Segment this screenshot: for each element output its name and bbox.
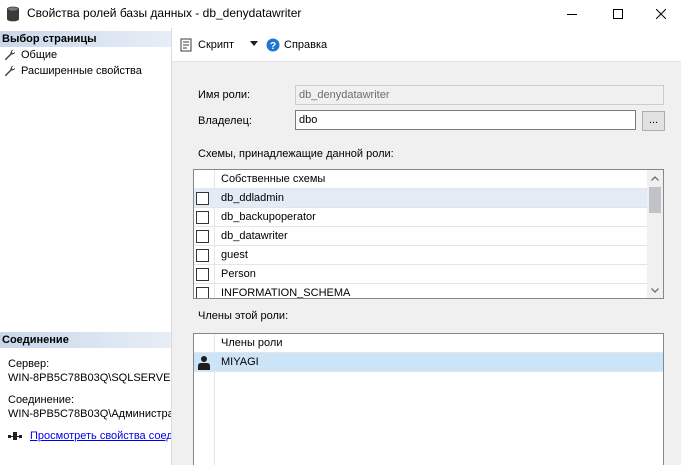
role-name-field: db_denydatawriter <box>295 85 664 105</box>
help-icon: ? <box>266 38 280 52</box>
left-panel: Выбор страницы Общие Расширенные свойств… <box>0 28 172 465</box>
svg-text:?: ? <box>270 41 276 52</box>
scroll-down-button[interactable] <box>647 282 663 298</box>
script-icon <box>180 38 192 52</box>
connection-label: Соединение: <box>8 394 75 406</box>
wrench-icon <box>4 49 16 61</box>
table-row[interactable]: MIYAGI <box>194 353 663 372</box>
minimize-button[interactable] <box>549 0 595 28</box>
nav-item-extended-properties[interactable]: Расширенные свойства <box>0 63 171 79</box>
table-row[interactable]: guest <box>194 246 647 265</box>
schema-checkbox[interactable] <box>196 249 209 262</box>
wrench-icon <box>4 65 16 77</box>
right-panel: Скрипт ? Справка Имя роли: db_denydatawr… <box>172 28 681 465</box>
maximize-button[interactable] <box>595 0 641 28</box>
members-column-header: Члены роли <box>221 337 283 349</box>
schemas-grid-header: Собственные схемы <box>194 170 647 189</box>
members-label: Члены этой роли: <box>198 310 289 322</box>
window-title: Свойства ролей базы данных - db_denydata… <box>27 6 302 20</box>
script-dropdown-button[interactable] <box>250 41 258 46</box>
maximize-icon <box>613 9 623 19</box>
schema-name: db_backupoperator <box>221 211 316 223</box>
schema-name: db_ddladmin <box>221 192 284 204</box>
server-value: WIN-8PB5C78B03Q\SQLSERVER <box>8 372 172 384</box>
table-row[interactable]: db_ddladmin <box>194 189 647 208</box>
members-grid: Члены роли MIYAGI <box>193 333 664 465</box>
toolbar: Скрипт ? Справка <box>172 28 681 62</box>
connection-header: Соединение <box>0 332 171 348</box>
role-name-label: Имя роли: <box>198 89 251 101</box>
nav-item-label: Общие <box>21 49 58 61</box>
schema-checkbox[interactable] <box>196 211 209 224</box>
schema-name: db_datawriter <box>221 230 288 242</box>
schema-checkbox[interactable] <box>196 287 209 298</box>
chevron-up-icon <box>651 175 659 181</box>
database-icon <box>7 6 19 22</box>
minimize-icon <box>567 14 577 15</box>
schemas-label: Схемы, принадлежащие данной роли: <box>198 148 394 160</box>
member-name: MIYAGI <box>221 356 259 368</box>
table-row[interactable]: Person <box>194 265 647 284</box>
close-button[interactable] <box>641 0 681 28</box>
schema-name: guest <box>221 249 248 261</box>
owner-browse-button[interactable]: ... <box>642 111 665 131</box>
schemas-scrollbar[interactable] <box>647 170 663 298</box>
table-row[interactable]: db_backupoperator <box>194 208 647 227</box>
schemas-column-header: Собственные схемы <box>221 173 326 185</box>
help-label: Справка <box>284 39 328 51</box>
scrollbar-thumb[interactable] <box>649 187 661 213</box>
view-connection-properties[interactable]: Просмотреть свойства соед <box>8 430 171 442</box>
dropdown-arrow-icon <box>250 41 258 46</box>
help-button[interactable]: ? Справка <box>266 38 327 52</box>
script-button[interactable]: Скрипт <box>180 38 234 52</box>
view-connection-properties-link[interactable]: Просмотреть свойства соед <box>30 430 171 442</box>
schema-name: INFORMATION_SCHEMA <box>221 287 351 299</box>
close-icon <box>656 9 666 19</box>
server-label: Сервер: <box>8 358 50 370</box>
script-label: Скрипт <box>198 39 235 51</box>
connection-value: WIN-8PB5C78B03Q\Администрат <box>8 408 172 420</box>
owner-label: Владелец: <box>198 115 252 127</box>
user-icon <box>198 356 210 370</box>
schema-checkbox[interactable] <box>196 268 209 281</box>
nav-item-label: Расширенные свойства <box>21 65 142 77</box>
schema-checkbox[interactable] <box>196 192 209 205</box>
table-row[interactable]: INFORMATION_SCHEMA <box>194 284 647 299</box>
schemas-grid: Собственные схемы db_ddladmin db_backupo… <box>193 169 664 299</box>
nav-item-general[interactable]: Общие <box>0 47 171 63</box>
schema-name: Person <box>221 268 256 280</box>
title-bar: Свойства ролей базы данных - db_denydata… <box>0 0 681 28</box>
schema-checkbox[interactable] <box>196 230 209 243</box>
owner-field[interactable]: dbo <box>295 110 636 130</box>
scroll-up-button[interactable] <box>647 170 663 186</box>
table-row[interactable]: db_datawriter <box>194 227 647 246</box>
members-grid-header: Члены роли <box>194 334 663 353</box>
connection-icon <box>8 432 22 440</box>
chevron-down-icon <box>651 287 659 293</box>
page-select-header: Выбор страницы <box>0 31 171 47</box>
